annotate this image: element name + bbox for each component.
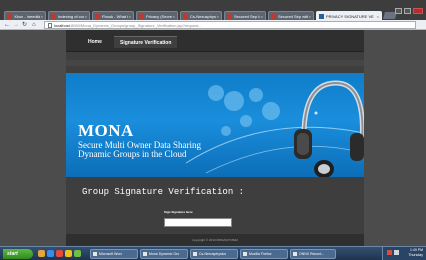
home-icon[interactable]: ⌂ — [32, 22, 36, 28]
tab-favicon-icon — [7, 13, 12, 19]
site-container: Home Signature Verification MONA Secure … — [66, 30, 364, 246]
page-icon — [48, 22, 52, 28]
banner-subtitle: Secure Multi Owner Data Sharing Dynamic … — [78, 140, 201, 159]
tab-favicon-icon — [51, 13, 56, 19]
nav-home-link[interactable]: Home — [82, 36, 108, 48]
banner-title: MONA — [78, 121, 134, 140]
forward-arrow-icon[interactable]: → — [13, 22, 19, 28]
nav-signature-verification-link[interactable]: Signature Verification — [114, 36, 178, 48]
address-bar[interactable]: localhost :8080/Mona_Dynamic_Groups/grou… — [44, 21, 416, 29]
clock[interactable]: 1:49 PM Thursday — [408, 248, 423, 258]
quicklaunch-folder-icon[interactable] — [38, 250, 45, 257]
tab-close-icon[interactable]: × — [217, 14, 219, 19]
tray-alert-icon[interactable] — [387, 250, 392, 255]
taskbar-task[interactable]: ONNX Record... — [290, 249, 336, 259]
tab-favicon-icon — [271, 13, 276, 19]
tab-favicon-icon — [183, 13, 188, 19]
taskbar-task[interactable]: Microsoft Word — [90, 249, 138, 259]
quicklaunch-ie-icon[interactable] — [47, 250, 54, 257]
close-window-icon[interactable] — [413, 8, 423, 14]
browser-tab[interactable]: Secured Sep with Sig× — [268, 11, 314, 20]
tab-favicon-icon — [319, 13, 324, 19]
tab-close-icon[interactable]: × — [261, 14, 263, 19]
task-icon — [143, 252, 147, 256]
start-button[interactable]: start — [3, 249, 33, 259]
taskbar-task[interactable]: Cs-Nexusphysics — [190, 249, 238, 259]
browser-tab[interactable]: Privacy (Secretary× — [136, 11, 178, 20]
tray-network-icon[interactable] — [394, 250, 399, 255]
url-host: localhost — [54, 22, 70, 28]
system-tray: 1:49 PM Thursday — [382, 247, 426, 260]
window-controls — [395, 8, 423, 14]
tab-close-icon[interactable]: × — [129, 14, 131, 19]
tab-close-icon[interactable]: × — [173, 14, 175, 19]
signature-label: Sign Signature Here — [164, 210, 193, 214]
tab-close-icon[interactable]: × — [41, 14, 43, 19]
task-icon — [293, 252, 297, 256]
os-taskbar: start Microsoft Word Mona Dynamic Gro Cs… — [0, 246, 426, 260]
quicklaunch-app-icon[interactable] — [74, 250, 81, 257]
task-icon — [243, 252, 247, 256]
browser-tab[interactable]: Cs-Nexusphysics-Ic× — [180, 11, 222, 20]
browser-tab[interactable]: Secured Sep Ic data× — [224, 11, 266, 20]
task-icon — [93, 252, 97, 256]
task-icon — [193, 252, 197, 256]
copyright-text: Copyright © 2013 MONASYSTEM — [192, 238, 238, 242]
tab-favicon-icon — [227, 13, 232, 19]
nav-divider — [66, 60, 364, 66]
headphones-icon — [294, 80, 364, 177]
taskbar-task[interactable]: Mona Dynamic Gro — [140, 249, 188, 259]
quicklaunch-chrome-icon[interactable] — [65, 250, 72, 257]
form-heading: Group Signature Verification : — [82, 187, 245, 197]
browser-tab[interactable]: Fbook - What is th× — [92, 11, 134, 20]
url-path: :8080/Mona_Dynamic_Groups/group_Signatur… — [69, 22, 202, 28]
site-nav: Home Signature Verification — [66, 30, 364, 52]
browser-tab-strip: Xbox - Ineedkkk× Indexing of code× Fbook… — [0, 0, 426, 20]
quicklaunch-media-icon[interactable] — [56, 250, 63, 257]
maximize-icon[interactable] — [404, 8, 411, 14]
clock-day: Thursday — [408, 253, 423, 257]
tab-close-icon[interactable]: × — [85, 14, 87, 19]
browser-tab-active[interactable]: PRIVACY SIGNATURE VE × — [316, 11, 382, 20]
back-arrow-icon[interactable]: ← — [4, 22, 10, 28]
taskbar-task[interactable]: Mozilla Firefox — [240, 249, 288, 259]
hero-banner: MONA Secure Multi Owner Data Sharing Dyn… — [66, 73, 364, 177]
page-viewport: Home Signature Verification MONA Secure … — [0, 30, 426, 246]
browser-tab[interactable]: Indexing of code× — [48, 11, 90, 20]
browser-tab[interactable]: Xbox - Ineedkkk× — [4, 11, 46, 20]
tab-close-icon[interactable]: × — [309, 14, 311, 19]
tab-favicon-icon — [139, 13, 144, 19]
reload-icon[interactable]: ↻ — [22, 22, 27, 28]
site-footer: Copyright © 2013 MONASYSTEM — [66, 234, 364, 246]
minimize-icon[interactable] — [395, 8, 402, 14]
tab-favicon-icon — [95, 13, 100, 19]
browser-toolbar: ← → ↻ ⌂ localhost :8080/Mona_Dynamic_Gro… — [0, 20, 426, 30]
tab-close-icon[interactable]: × — [377, 14, 379, 19]
signature-input[interactable] — [164, 218, 232, 227]
